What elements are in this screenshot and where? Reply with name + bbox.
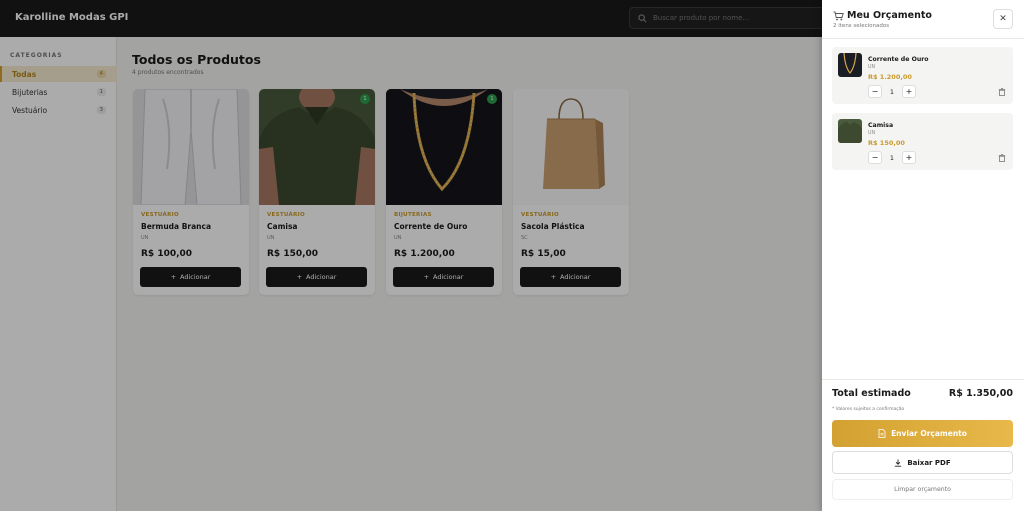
- increase-button[interactable]: +: [902, 151, 916, 164]
- cart-item-unit: UN: [868, 65, 876, 70]
- cart-item: Corrente de Ouro UN R$ 1.200,00 − 1 +: [832, 47, 1013, 104]
- download-pdf-button[interactable]: Baixar PDF: [832, 451, 1013, 474]
- gold-chain-thumbnail: [838, 53, 862, 77]
- trash-icon[interactable]: [998, 154, 1006, 162]
- plus-icon: +: [905, 87, 913, 96]
- drawer-title-text: Meu Orçamento: [847, 10, 932, 21]
- total-value: R$ 1.350,00: [948, 388, 1013, 399]
- cart-item-price: R$ 1.200,00: [868, 73, 912, 81]
- send-quote-button[interactable]: Enviar Orçamento: [832, 420, 1013, 447]
- download-pdf-label: Baixar PDF: [907, 458, 951, 467]
- document-icon: [878, 429, 886, 438]
- drawer-footer: Total estimado R$ 1.350,00 * Valores suj…: [822, 379, 1024, 511]
- decrease-button[interactable]: −: [868, 151, 882, 164]
- plus-icon: +: [905, 153, 913, 162]
- cart-item-price: R$ 150,00: [868, 139, 905, 147]
- drawer-header: Meu Orçamento 2 itens selecionados ✕: [822, 0, 1024, 39]
- selected-count: 2 itens selecionados: [833, 23, 890, 29]
- total-label: Total estimado: [832, 388, 911, 399]
- clear-quote-button[interactable]: Limpar orçamento: [832, 479, 1013, 500]
- trash-icon[interactable]: [998, 88, 1006, 96]
- close-icon: ✕: [999, 14, 1007, 24]
- minus-icon: −: [871, 153, 879, 162]
- minus-icon: −: [871, 87, 879, 96]
- quote-drawer: Meu Orçamento 2 itens selecionados ✕ Cor…: [822, 0, 1024, 511]
- disclaimer-note: * Valores sujeitos a confirmação: [832, 407, 905, 412]
- quantity-value: 1: [889, 153, 895, 162]
- quantity-value: 1: [889, 87, 895, 96]
- polo-shirt-thumbnail: [838, 119, 862, 143]
- cart-item-unit: UN: [868, 131, 876, 136]
- decrease-button[interactable]: −: [868, 85, 882, 98]
- drawer-title: Meu Orçamento: [833, 10, 932, 21]
- modal-backdrop[interactable]: [0, 0, 822, 511]
- send-quote-label: Enviar Orçamento: [891, 429, 967, 438]
- cart-icon: [833, 11, 844, 20]
- quantity-stepper: − 1 +: [868, 151, 916, 164]
- cart-item-name: Camisa: [868, 122, 894, 129]
- cart-item-name: Corrente de Ouro: [868, 56, 929, 63]
- cart-item: Camisa UN R$ 150,00 − 1 +: [832, 113, 1013, 170]
- increase-button[interactable]: +: [902, 85, 916, 98]
- close-button[interactable]: ✕: [993, 9, 1013, 29]
- quantity-stepper: − 1 +: [868, 85, 916, 98]
- download-icon: [895, 459, 902, 467]
